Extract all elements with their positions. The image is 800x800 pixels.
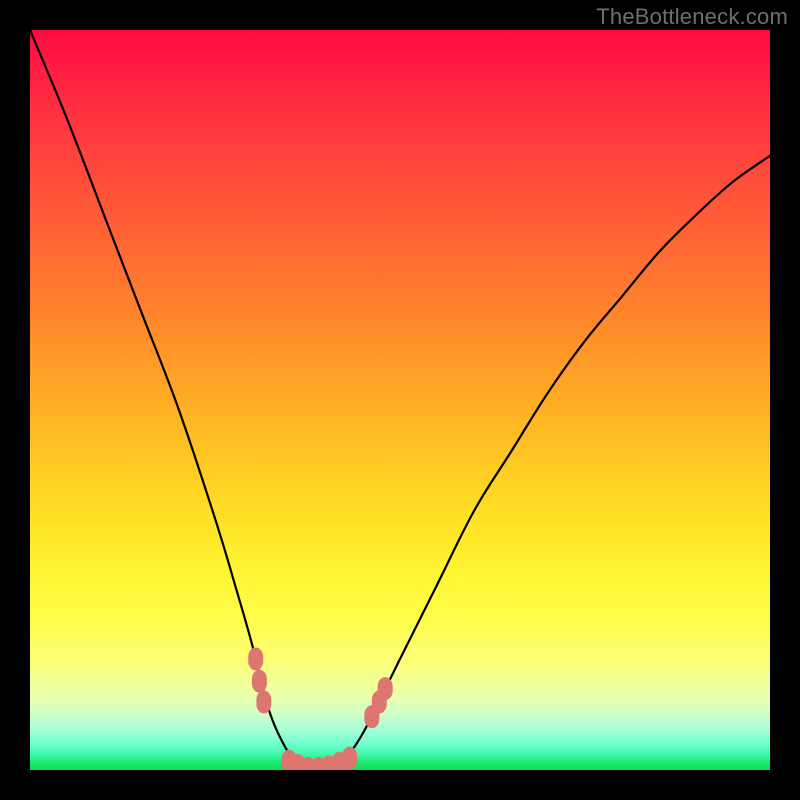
bottleneck-curve-line (30, 30, 770, 770)
bottleneck-curve-svg (30, 30, 770, 770)
chart-stage: TheBottleneck.com (0, 0, 800, 800)
curve-marker (257, 691, 271, 713)
plot-area (30, 30, 770, 770)
curve-marker (343, 747, 357, 769)
curve-marker (378, 678, 392, 700)
curve-marker (249, 648, 263, 670)
curve-marker (252, 670, 266, 692)
curve-markers (249, 648, 393, 770)
watermark-text: TheBottleneck.com (596, 4, 788, 30)
